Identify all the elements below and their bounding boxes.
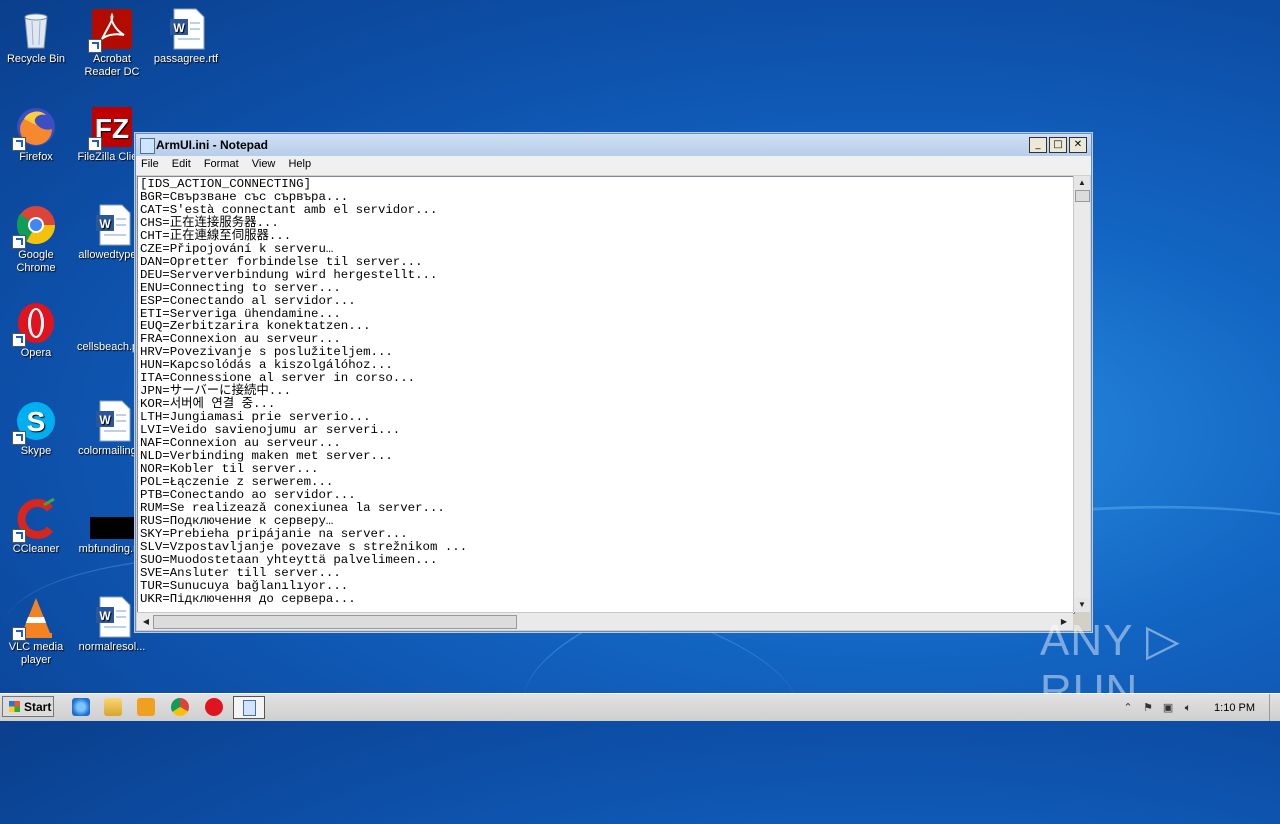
opera-icon <box>12 301 58 347</box>
desktop-icon-skype[interactable]: S Skype <box>1 399 71 458</box>
desktop-icon-vlc-media-player[interactable]: VLC media player <box>1 595 71 667</box>
shortcut-arrow-icon <box>88 39 102 53</box>
acrobat-icon <box>88 7 134 53</box>
svg-text:W: W <box>99 413 111 427</box>
menu-file[interactable]: File <box>136 156 164 170</box>
skype-icon: S <box>12 399 58 445</box>
chevron-up-icon[interactable]: ⌃ <box>1121 701 1135 715</box>
black-file-thumbnail-icon <box>90 517 134 541</box>
svg-text:S: S <box>27 406 46 437</box>
scroll-down-icon[interactable]: ▼ <box>1074 598 1090 612</box>
shortcut-arrow-icon <box>12 627 26 641</box>
internet-explorer-icon[interactable] <box>72 698 90 716</box>
file-explorer-icon[interactable] <box>104 698 122 716</box>
scroll-up-icon[interactable]: ▲ <box>1074 176 1090 190</box>
menu-format[interactable]: Format <box>199 156 244 170</box>
vlc-icon <box>12 595 58 641</box>
desktop-icon-ccleaner[interactable]: CCleaner <box>1 497 71 556</box>
shortcut-arrow-icon <box>12 137 26 151</box>
menu-edit[interactable]: Edit <box>167 156 196 170</box>
show-desktop-button[interactable] <box>1269 694 1280 721</box>
media-player-icon[interactable] <box>137 698 155 716</box>
shortcut-arrow-icon <box>12 529 26 543</box>
notepad-icon <box>140 138 155 154</box>
menu-view[interactable]: View <box>247 156 281 170</box>
vertical-scroll-thumb[interactable] <box>1075 190 1090 202</box>
taskbar: Start ⌃ ⚑ ▣ 🔈︎ 1:10 PM <box>0 693 1280 721</box>
editor-content[interactable]: [IDS_ACTION_CONNECTING] BGR=Свързване съ… <box>138 177 1074 606</box>
text-editor[interactable]: [IDS_ACTION_CONNECTING] BGR=Свързване съ… <box>137 176 1075 614</box>
window-titlebar[interactable]: ArmUI.ini - Notepad _ □ ✕ <box>136 134 1091 156</box>
clock[interactable]: 1:10 PM <box>1214 702 1255 714</box>
menu-bar: File Edit Format View Help <box>136 156 1091 175</box>
desktop-icon-passagree[interactable]: W passagree.rtf <box>151 7 221 66</box>
filezilla-icon: FZ <box>88 105 134 151</box>
chrome-icon[interactable] <box>171 698 189 716</box>
menu-help[interactable]: Help <box>283 156 316 170</box>
word-document-icon: W <box>90 595 134 639</box>
shortcut-arrow-icon <box>12 235 26 249</box>
maximize-button[interactable]: □ <box>1049 137 1067 153</box>
firefox-icon <box>12 105 58 151</box>
windows-logo-icon <box>9 701 20 712</box>
volume-icon[interactable]: 🔈︎ <box>1181 701 1195 715</box>
close-button[interactable]: ✕ <box>1069 137 1087 153</box>
minimize-button[interactable]: _ <box>1029 137 1047 153</box>
word-document-icon: W <box>164 7 208 51</box>
svg-text:W: W <box>173 21 185 35</box>
desktop-icon-recycle-bin[interactable]: Recycle Bin <box>1 7 71 66</box>
notepad-window[interactable]: ArmUI.ini - Notepad _ □ ✕ File Edit Form… <box>135 133 1092 632</box>
svg-text:W: W <box>99 609 111 623</box>
scroll-left-icon[interactable]: ◀ <box>139 615 153 629</box>
start-button[interactable]: Start <box>2 696 54 717</box>
taskbar-item-notepad[interactable] <box>233 696 265 719</box>
shortcut-arrow-icon <box>12 431 26 445</box>
svg-text:W: W <box>99 217 111 231</box>
chrome-icon <box>12 203 58 249</box>
desktop-icon-firefox[interactable]: Firefox <box>1 105 71 164</box>
window-title: ArmUI.ini - Notepad <box>156 138 269 152</box>
horizontal-scroll-thumb[interactable] <box>153 615 517 629</box>
recycle-bin-icon <box>14 7 58 51</box>
vertical-scrollbar[interactable]: ▲ ▼ <box>1073 176 1090 612</box>
shortcut-arrow-icon <box>12 333 26 347</box>
system-tray: ⌃ ⚑ ▣ 🔈︎ 1:10 PM <box>1118 694 1280 721</box>
desktop-icon-opera[interactable]: Opera <box>1 301 71 360</box>
shortcut-arrow-icon <box>88 137 102 151</box>
flag-icon[interactable]: ⚑ <box>1141 701 1155 715</box>
desktop-icon-acrobat-reader[interactable]: Acrobat Reader DC <box>77 7 147 79</box>
opera-icon[interactable] <box>205 698 223 716</box>
network-icon[interactable]: ▣ <box>1161 701 1175 715</box>
desktop-icon-google-chrome[interactable]: Google Chrome <box>1 203 71 275</box>
horizontal-scrollbar[interactable]: ◀ ▶ <box>137 612 1073 630</box>
ccleaner-icon <box>12 497 58 543</box>
word-document-icon: W <box>90 203 134 247</box>
word-document-icon: W <box>90 399 134 443</box>
